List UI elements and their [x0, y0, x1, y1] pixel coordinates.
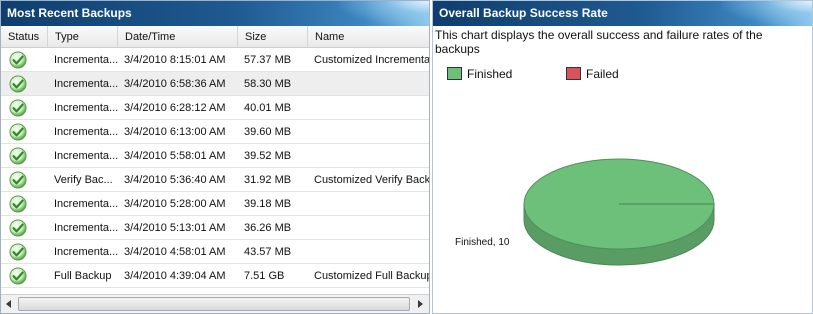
check-circle-icon [9, 171, 27, 189]
check-circle-icon [9, 195, 27, 213]
scroll-left-arrow-icon[interactable] [1, 295, 18, 313]
table-row[interactable]: Incrementa... 3/4/2010 6:58:36 AM 58.30 MB [1, 72, 429, 96]
check-circle-icon [9, 123, 27, 141]
cell-datetime: 3/4/2010 5:13:01 AM [124, 222, 226, 234]
table-row[interactable]: Incrementa... 3/4/2010 8:15:01 AM 57.37 MB… [1, 48, 429, 72]
table-row[interactable]: Incrementa... 3/4/2010 6:28:12 AM 40.01 MB [1, 96, 429, 120]
cell-datetime: 3/4/2010 5:58:01 AM [124, 150, 226, 162]
table-row[interactable]: Verify Bac... 3/4/2010 5:36:40 AM 31.92 MB… [1, 168, 429, 192]
cell-size: 58.30 MB [244, 78, 292, 90]
cell-datetime: 3/4/2010 5:28:00 AM [124, 198, 226, 210]
table-row[interactable]: Incrementa... 3/4/2010 5:28:00 AM 39.18 MB [1, 192, 429, 216]
cell-name: Customized Full Backup [314, 270, 429, 282]
table-row[interactable]: Incrementa... 3/4/2010 6:13:00 AM 39.60 MB [1, 120, 429, 144]
cell-size: 36.26 MB [244, 222, 292, 234]
cell-datetime: 3/4/2010 4:58:01 AM [124, 246, 226, 258]
check-circle-icon [9, 219, 27, 237]
table-row[interactable]: Incrementa... 3/4/2010 5:58:01 AM 39.52 MB [1, 144, 429, 168]
check-circle-icon [9, 243, 27, 261]
cell-name [308, 144, 429, 168]
cell-type: Verify Bac... [54, 174, 113, 186]
cell-size: 39.52 MB [244, 150, 292, 162]
column-header-name[interactable]: Name [308, 26, 429, 48]
cell-name: Customized Verify Back [314, 174, 429, 186]
pie-data-label: Finished, 10 [455, 237, 510, 248]
cell-datetime: 3/4/2010 6:28:12 AM [124, 102, 226, 114]
cell-size: 43.57 MB [244, 246, 292, 258]
cell-type: Full Backup [54, 270, 112, 282]
cell-size: 31.92 MB [244, 174, 292, 186]
cell-size: 39.60 MB [244, 126, 292, 138]
cell-type: Incrementa... [54, 198, 118, 210]
column-header-status[interactable]: Status [1, 26, 48, 48]
cell-type: Incrementa... [54, 246, 118, 258]
column-header-datetime[interactable]: Date/Time [118, 26, 238, 48]
scrollbar-thumb[interactable] [18, 297, 410, 311]
cell-type: Incrementa... [54, 150, 118, 162]
cell-datetime: 3/4/2010 4:39:04 AM [124, 270, 226, 282]
scroll-right-arrow-icon[interactable] [412, 295, 429, 313]
table-row[interactable]: Incrementa... 3/4/2010 4:58:01 AM 43.57 MB [1, 240, 429, 264]
cell-size: 40.01 MB [244, 102, 292, 114]
cell-name: Customized Incremental [314, 54, 429, 66]
cell-type: Incrementa... [54, 78, 118, 90]
horizontal-scrollbar[interactable] [1, 294, 429, 313]
backups-table: Status Type Date/Time Size Name Incremen… [1, 26, 429, 294]
check-circle-icon [9, 267, 27, 285]
cell-datetime: 3/4/2010 8:15:01 AM [124, 54, 226, 66]
cell-size: 57.37 MB [244, 54, 292, 66]
check-circle-icon [9, 147, 27, 165]
cell-name [308, 120, 429, 144]
cell-type: Incrementa... [54, 126, 118, 138]
cell-size: 7.51 GB [244, 270, 285, 282]
cell-datetime: 3/4/2010 5:36:40 AM [124, 174, 226, 186]
cell-name [308, 192, 429, 216]
success-rate-pie-chart: Finished, 10 [455, 158, 715, 266]
table-row[interactable]: Full Backup 3/4/2010 4:39:04 AM 7.51 GB Cus… [1, 264, 429, 288]
success-rate-panel: Overall Backup Success Rate This chart d… [432, 0, 813, 314]
recent-backups-panel: Most Recent Backups Status Type Date/Tim… [0, 0, 430, 314]
recent-backups-title: Most Recent Backups [1, 1, 429, 26]
cell-type: Incrementa... [54, 54, 118, 66]
check-circle-icon [9, 51, 27, 69]
cell-type: Incrementa... [54, 222, 118, 234]
cell-datetime: 3/4/2010 6:13:00 AM [124, 126, 226, 138]
cell-name [308, 96, 429, 120]
column-header-type[interactable]: Type [48, 26, 118, 48]
cell-name [308, 240, 429, 264]
cell-name [308, 216, 429, 240]
check-circle-icon [9, 75, 27, 93]
cell-datetime: 3/4/2010 6:58:36 AM [124, 78, 226, 90]
cell-name [308, 72, 429, 96]
column-header-size[interactable]: Size [238, 26, 308, 48]
cell-size: 39.18 MB [244, 198, 292, 210]
cell-type: Incrementa... [54, 102, 118, 114]
table-row[interactable]: Incrementa... 3/4/2010 5:13:01 AM 36.26 MB [1, 216, 429, 240]
check-circle-icon [9, 99, 27, 117]
